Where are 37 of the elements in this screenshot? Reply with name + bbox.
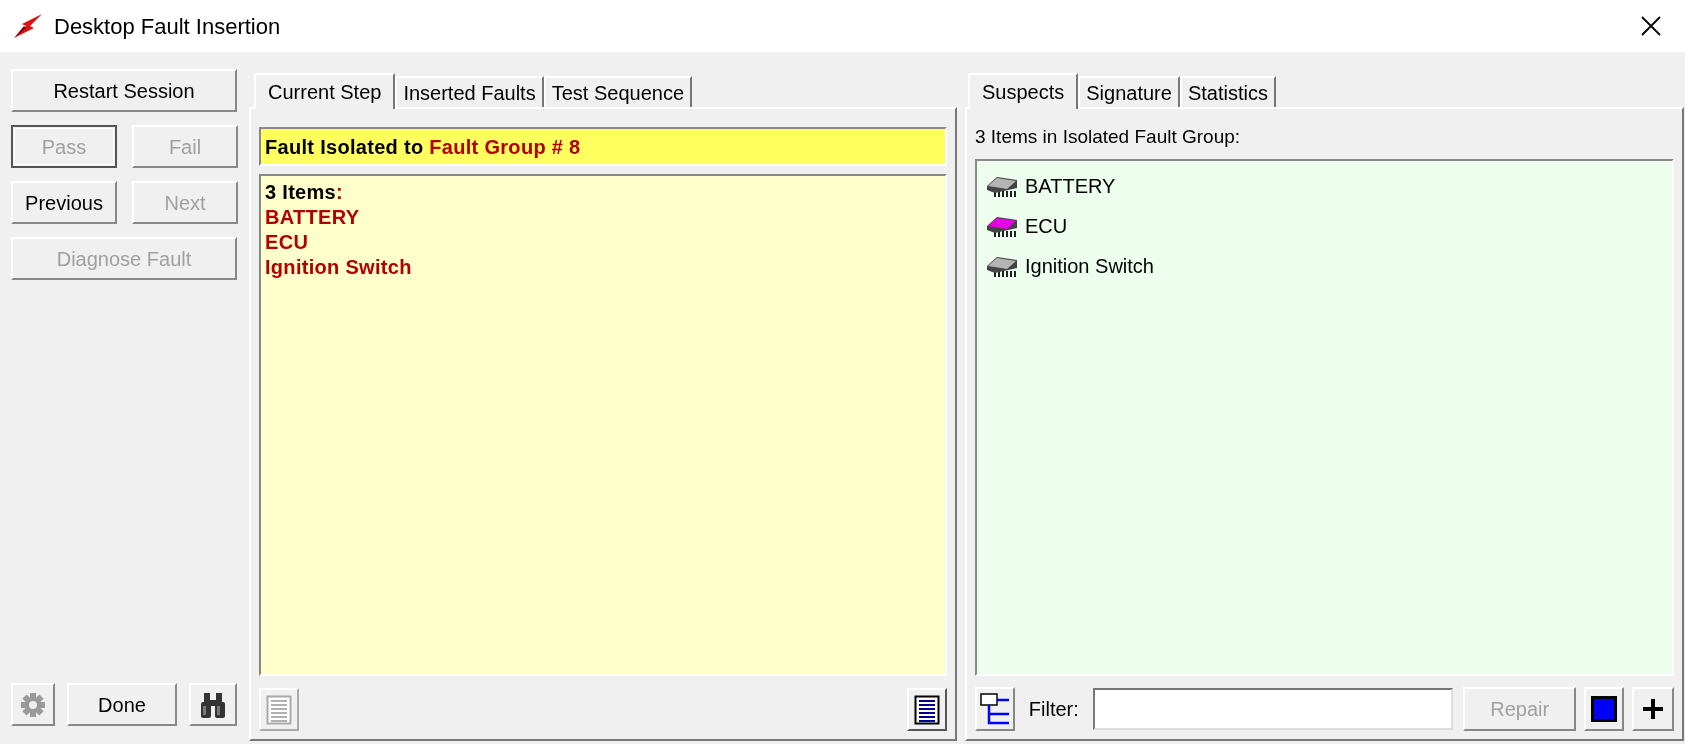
- list-icon: [914, 694, 940, 725]
- color-button[interactable]: [1584, 687, 1625, 731]
- suspect-name: ECU: [1025, 214, 1068, 239]
- item-name: Ignition Switch: [265, 255, 412, 280]
- filter-label: Filter:: [1028, 697, 1079, 722]
- app-logo-icon: [12, 12, 44, 40]
- tab[interactable]: Signature: [1078, 76, 1180, 107]
- filter-field[interactable]: [1092, 688, 1453, 730]
- suspects-heading: 3 Items in Isolated Fault Group:: [975, 125, 1242, 147]
- session-button[interactable]: Previous: [11, 181, 117, 224]
- find-button[interactable]: [189, 683, 237, 726]
- square-icon: [1591, 696, 1618, 722]
- settings-button[interactable]: [11, 683, 55, 726]
- fault-banner: Fault Isolated to Fault Group # 8: [259, 127, 947, 166]
- item-name: BATTERY: [265, 205, 360, 230]
- add-button[interactable]: [1632, 687, 1674, 731]
- window-title: Desktop Fault Insertion: [54, 12, 281, 41]
- tab[interactable]: Test Sequence: [543, 76, 692, 107]
- chip-icon: [985, 214, 1019, 238]
- tab[interactable]: Inserted Faults: [395, 76, 544, 107]
- list-icon: [266, 694, 292, 725]
- tab[interactable]: Suspects: [968, 73, 1079, 109]
- plus-icon: [1642, 698, 1665, 720]
- suspect-name: BATTERY: [1025, 174, 1116, 199]
- done-button[interactable]: Done: [67, 683, 177, 726]
- items-header: 3 Items:: [265, 180, 344, 205]
- tree-icon: [978, 692, 1011, 726]
- item-name: ECU: [265, 230, 309, 255]
- session-button[interactable]: Restart Session: [11, 69, 237, 112]
- list-view-button[interactable]: [907, 688, 947, 731]
- close-icon[interactable]: [1641, 16, 1661, 36]
- tab[interactable]: Current Step: [254, 73, 396, 109]
- tree-view-button[interactable]: [975, 687, 1015, 731]
- chip-icon: [985, 254, 1019, 278]
- suspect-name: Ignition Switch: [1025, 254, 1154, 279]
- chip-icon: [985, 174, 1019, 198]
- tab[interactable]: Statistics: [1179, 76, 1276, 107]
